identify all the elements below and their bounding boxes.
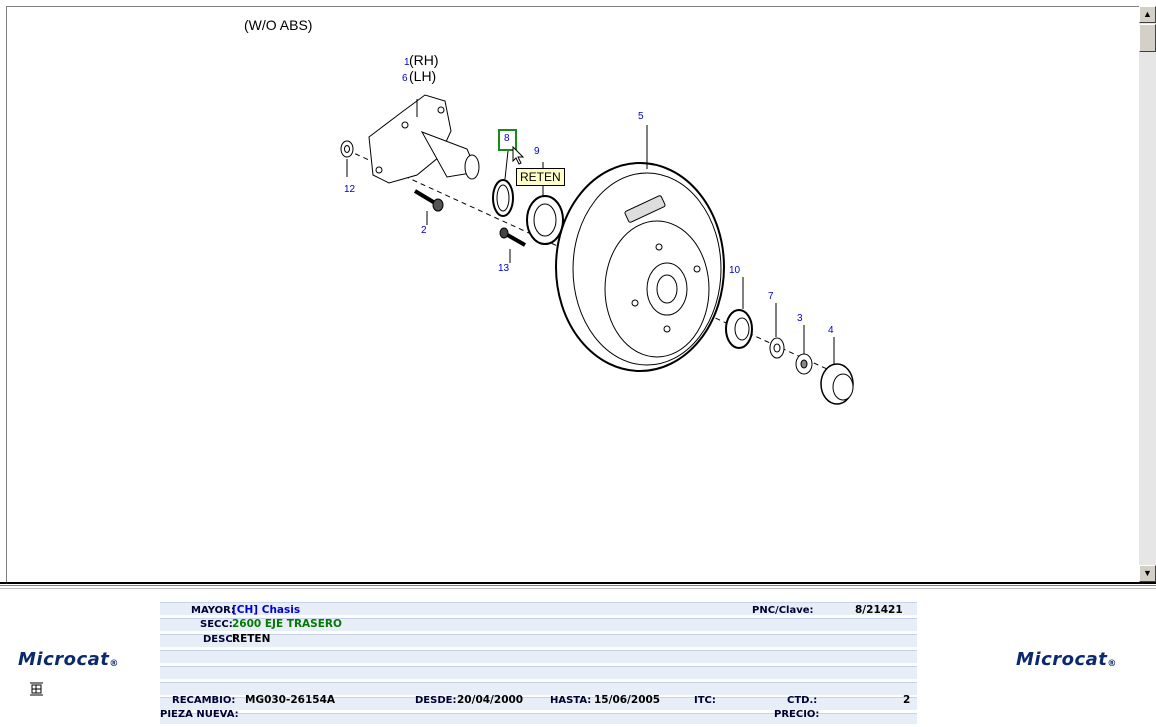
callout-6: 6 [402,73,408,84]
mayor-label: MAYOR: [191,605,235,616]
part-13-bolt [499,227,526,263]
secc-value: 2600 EJE TRASERO [232,618,342,630]
callout-5: 5 [638,111,644,122]
callout-2: 2 [421,225,427,236]
part-7-washer [769,303,785,359]
part-4-cap [820,337,854,405]
info-band [160,634,917,647]
hasta-value: 15/06/2005 [594,694,661,706]
exploded-view-icon[interactable] [29,681,45,697]
part-5-drum [555,125,725,372]
recambio-value: MG030-26154A [245,694,335,706]
panel-divider-line [0,585,1156,586]
ctd-label: CTD.: [787,695,818,706]
desc-value: RETEN [232,633,271,645]
itc-label: ITC: [694,695,716,706]
info-band [160,666,917,679]
part-10-bearing [725,277,753,349]
scroll-up-button[interactable]: ▲ [1139,6,1156,23]
pieza-nueva-label: PIEZA NUEVA: [160,709,239,720]
scroll-thumb[interactable] [1139,24,1156,52]
part-3-nut [795,325,813,375]
ctd-value: 2 [903,694,911,706]
callout-3: 3 [797,313,803,324]
callout-12: 12 [344,184,356,195]
callout-13: 13 [498,263,510,274]
lh-label: (LH) [409,68,437,84]
callout-7: 7 [768,291,774,302]
part-12-nut [340,140,354,177]
microcat-logo-left: Microcat® [18,649,119,670]
precio-label: PRECIO: [774,709,820,720]
desde-label: DESDE: [415,695,457,706]
callout-9: 9 [534,146,540,157]
desde-value: 20/04/2000 [457,694,524,706]
part-tooltip: RETEN [516,168,565,186]
parts-diagram-viewer[interactable]: (W/O ABS) 1 6 12 2 13 9 5 10 7 3 4 (RH) … [6,6,1140,583]
callout-8: 8 [504,133,510,144]
mayor-value: [CH] Chasis [232,604,301,616]
scroll-down-button[interactable]: ▼ [1139,565,1156,582]
info-band [160,650,917,663]
vertical-scrollbar[interactable]: ▲ ▼ [1139,6,1156,582]
pnc-label: PNC/Clave: [752,605,814,616]
microcat-logo-right: Microcat® [1016,649,1117,670]
mouse-pointer-icon [512,146,525,165]
part-8-seal [492,150,514,217]
part-2-bolt [413,189,444,225]
part-info-panel: MAYOR: [CH] Chasis SECC: 2600 EJE TRASER… [0,589,1156,727]
recambio-label: RECAMBIO: [172,695,236,706]
exploded-parts-drawing: 1 6 12 2 13 9 5 10 7 3 4 [340,57,854,405]
callout-4: 4 [828,325,834,336]
panel-divider [0,582,1156,584]
pnc-value: 8/21421 [855,604,903,616]
callout-10: 10 [729,265,741,276]
part-1-knuckle [368,94,480,184]
hasta-label: HASTA: [550,695,592,706]
secc-label: SECC: [200,619,233,630]
rh-label: (RH) [409,52,439,68]
